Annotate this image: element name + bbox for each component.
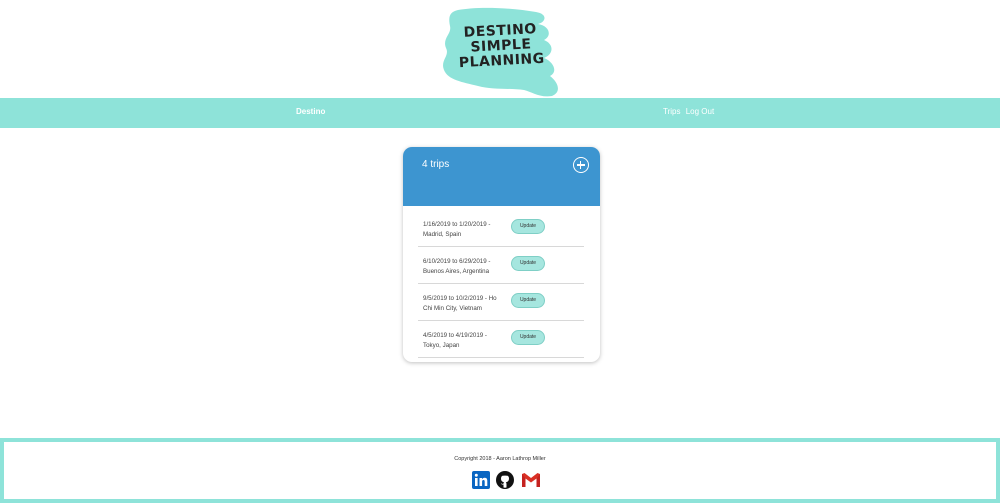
logo-area: DESTINO SIMPLE PLANNING [0, 0, 1000, 98]
trip-item: 1/16/2019 to 1/20/2019 - Madrid, Spain U… [418, 210, 584, 247]
trip-text: 9/5/2019 to 10/2/2019 - Ho Chi Min City,… [423, 295, 497, 312]
card-header: 4 trips [403, 147, 600, 206]
brand-link[interactable]: Destino [296, 107, 325, 116]
nav-trips-link[interactable]: Trips [663, 107, 680, 116]
trip-text: 6/10/2019 to 6/29/2019 - Buenos Aires, A… [423, 258, 491, 275]
add-trip-button[interactable] [573, 157, 589, 173]
github-icon[interactable] [496, 471, 515, 494]
footer: Copyright 2018 - Aaron Lathrop Miller [0, 438, 1000, 503]
card-title: 4 trips [422, 159, 450, 170]
gmail-icon[interactable] [521, 471, 541, 493]
trip-list: 1/16/2019 to 1/20/2019 - Madrid, Spain U… [418, 210, 584, 358]
social-links [472, 471, 543, 489]
update-button[interactable]: Update [511, 219, 545, 234]
update-button[interactable]: Update [511, 256, 545, 271]
trips-card: 4 trips 1/16/2019 to 1/20/2019 - Madrid,… [403, 147, 600, 362]
trip-item: 9/5/2019 to 10/2/2019 - Ho Chi Min City,… [418, 284, 584, 321]
update-button[interactable]: Update [511, 293, 545, 308]
linkedin-icon[interactable] [472, 471, 490, 494]
update-button[interactable]: Update [511, 330, 545, 345]
navbar: Destino Trips Log Out [0, 98, 1000, 128]
trip-text: 4/5/2019 to 4/19/2019 - Tokyo, Japan [423, 332, 487, 349]
trip-item: 6/10/2019 to 6/29/2019 - Buenos Aires, A… [418, 247, 584, 284]
copyright-text: Copyright 2018 - Aaron Lathrop Miller [454, 456, 546, 462]
nav-logout-link[interactable]: Log Out [686, 107, 714, 116]
trip-item: 4/5/2019 to 4/19/2019 - Tokyo, Japan Upd… [418, 321, 584, 358]
logo-text: DESTINO SIMPLE PLANNING [439, 21, 563, 72]
trip-text: 1/16/2019 to 1/20/2019 - Madrid, Spain [423, 221, 491, 238]
nav-links: Trips Log Out [663, 107, 717, 116]
